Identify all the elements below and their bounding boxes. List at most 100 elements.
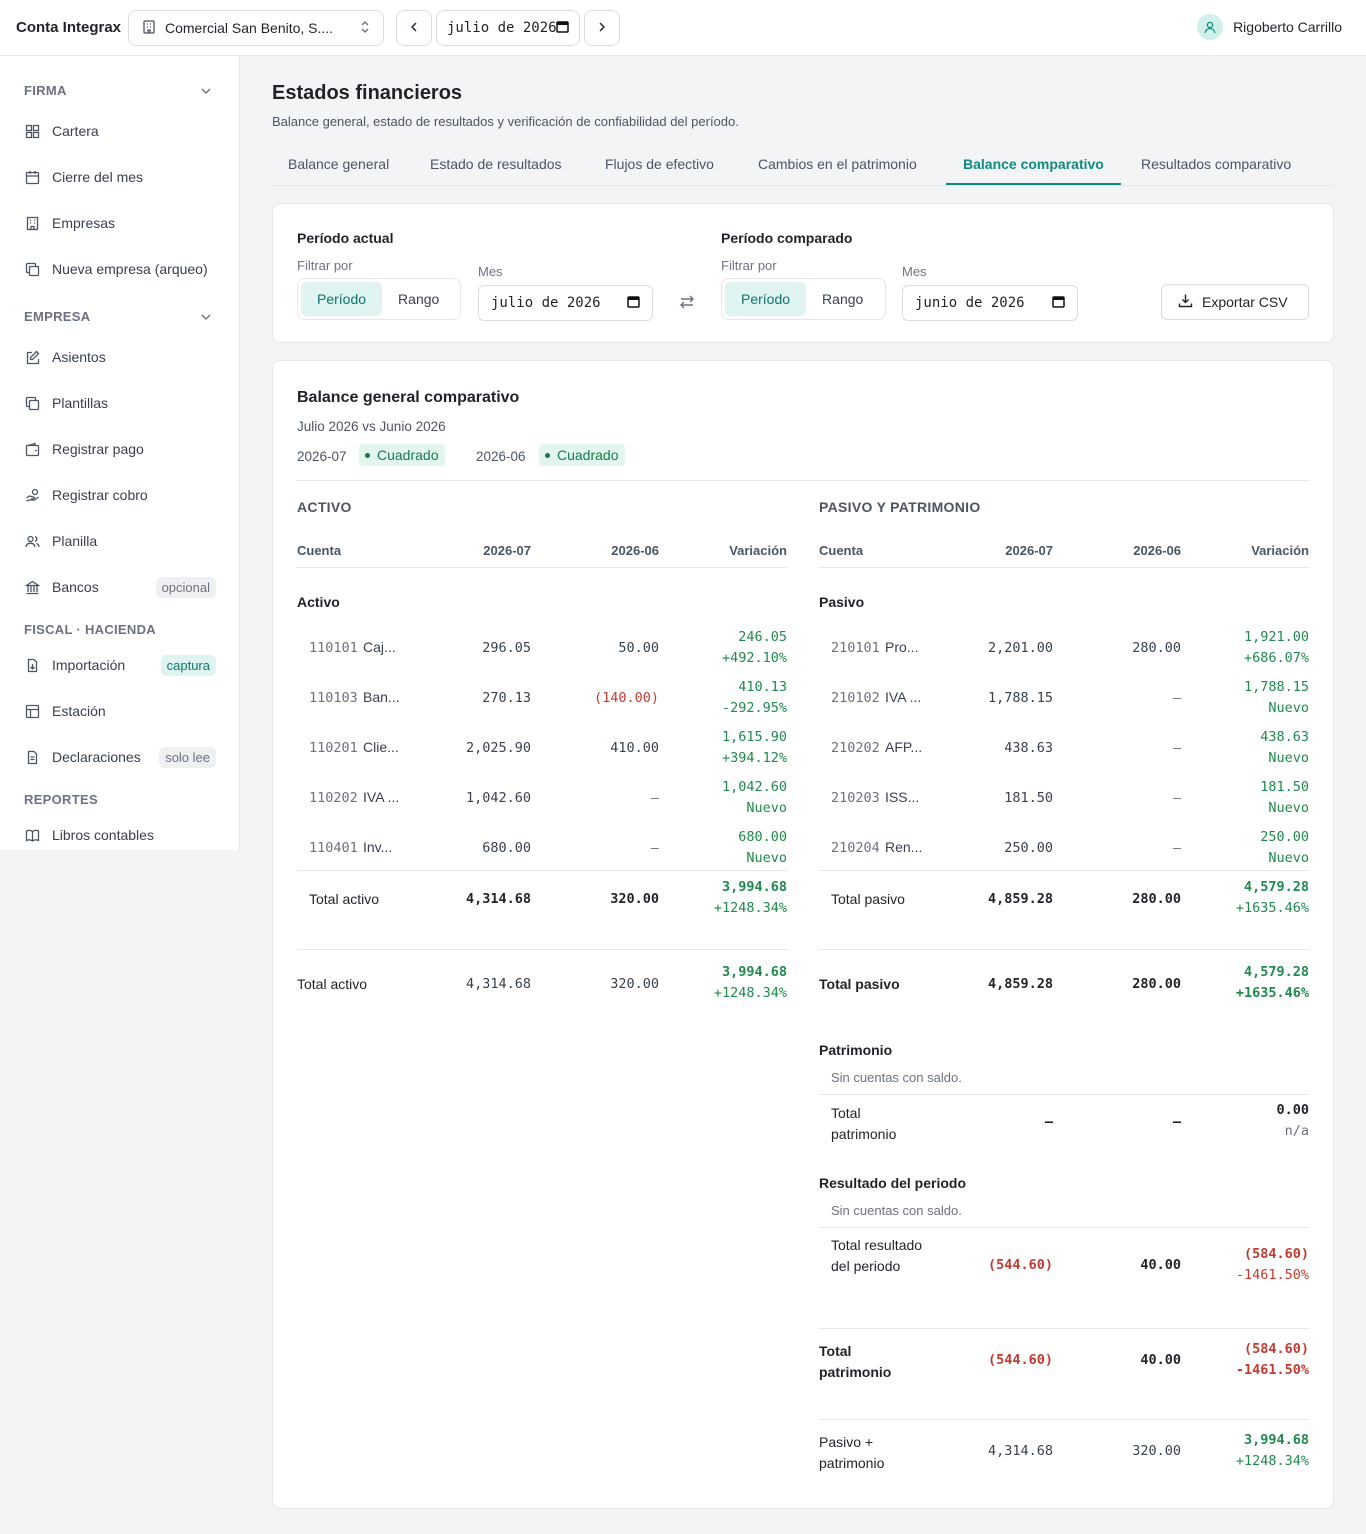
variation-value: 1,615.90 [721,729,787,745]
next-month-button[interactable] [584,10,620,46]
sidebar-item-label: Planilla [52,533,98,549]
value-previous: 410.00 [610,740,659,756]
section-firma[interactable]: FIRMA [24,83,211,98]
value-current: 1,788.15 [987,690,1053,706]
period-code: 2026-06 [476,449,526,464]
sidebar-item-label: Bancos [52,579,99,595]
variation-pct: Nuevo [1268,750,1309,766]
tab-flujos-efectivo[interactable]: Flujos de efectivo [605,156,714,172]
chevron-up-down-icon [359,20,371,37]
sidebar-item-importacion[interactable]: Importación captura [24,649,216,681]
sidebar-item-cierre[interactable]: Cierre del mes [24,161,216,193]
calendar-icon[interactable] [1052,295,1065,312]
total-label: Total patrimonio [831,1105,897,1142]
column-header: Cuenta [297,543,342,558]
sidebar-item-libros[interactable]: Libros contables [24,819,216,851]
sidebar-item-asientos[interactable]: Asientos [24,341,216,373]
sidebar-item-nueva-empresa[interactable]: Nueva empresa (arqueo) [24,253,216,285]
sidebar-item-empresas[interactable]: Empresas [24,207,216,239]
account-code: 110101 [309,640,358,656]
tab-balance-comparativo[interactable]: Balance comparativo [963,156,1104,172]
active-tab-indicator [946,183,1121,185]
option-periodo[interactable]: Período [301,282,383,316]
tab-estado-resultados[interactable]: Estado de resultados [430,156,562,172]
sidebar-item-cartera[interactable]: Cartera [24,115,216,147]
value-previous: — [650,840,659,856]
tab-balance-general[interactable]: Balance general [288,156,389,172]
divider [819,949,1309,950]
month-label: Mes [902,264,927,279]
value-previous: (140.00) [593,690,659,706]
sidebar-item-declaraciones[interactable]: Declaraciones solo lee [24,741,216,773]
total-current: 4,314.68 [987,1443,1053,1459]
sidebar-item-label: Importación [52,657,126,673]
option-periodo[interactable]: Período [725,282,807,316]
edit-icon [24,349,40,365]
total-previous: 320.00 [610,976,659,992]
total-previous: 280.00 [1132,976,1181,992]
month-selector[interactable]: julio de 2026 [436,10,580,46]
brand-name: Conta Integrax [16,19,122,36]
company-selector[interactable]: Comercial San Benito, S.... [128,10,384,46]
sidebar-item-bancos[interactable]: Bancos opcional [24,571,216,603]
prev-month-button[interactable] [396,10,432,46]
account-code: 110202 [309,790,358,806]
value-current: 680.00 [482,840,531,856]
section-fiscal: FISCAL · HACIENDA [24,622,156,637]
sidebar-item-estacion[interactable]: Estación [24,695,216,727]
month-input-actual[interactable]: julio de 2026 [478,285,653,321]
empty-message: Sin cuentas con saldo. [831,1203,962,1218]
month-input-comparado[interactable]: junio de 2026 [902,285,1078,321]
total-variation: 4,579.28 [1243,964,1309,980]
account-name: Caj... [363,639,396,655]
subtotal-label: Total activo [309,891,380,907]
export-csv-button[interactable]: Exportar CSV [1161,284,1309,320]
period-actual-title: Período actual [297,230,394,246]
chevron-right-icon [597,20,607,36]
sidebar-item-plantillas[interactable]: Plantillas [24,387,216,419]
period-code: 2026-07 [297,449,347,464]
variation-value: 438.63 [1260,729,1309,745]
account-name: IVA ... [885,689,922,705]
account-name: ISS... [885,789,920,805]
building-icon [24,215,40,231]
total-variation-pct: n/a [1284,1123,1309,1139]
variation-pct: +492.10% [721,650,787,666]
sidebar-item-registrar-cobro[interactable]: Registrar cobro [24,479,216,511]
avatar [1197,14,1224,40]
calendar-icon[interactable] [627,295,640,312]
value-previous: — [1172,840,1181,856]
account-code: 110103 [309,690,358,706]
tab-resultados-comparativo[interactable]: Resultados comparativo [1141,156,1291,172]
variation-value: 1,042.60 [721,779,787,795]
variation-value: 680.00 [738,829,787,845]
section-title: EMPRESA [24,309,91,324]
total-label: Total activo [297,976,368,992]
swap-icon[interactable] [678,293,696,314]
account-code: 210204 [831,840,880,856]
option-rango[interactable]: Rango [382,282,455,316]
total-label: Total pasivo [819,976,900,992]
sidebar-item-registrar-pago[interactable]: Registrar pago [24,433,216,465]
variation-pct: +686.07% [1243,650,1309,666]
page-title: Estados financieros [272,82,463,104]
divider [819,1094,1309,1095]
account-code: 210203 [831,790,880,806]
wallet-icon [24,441,40,457]
sidebar-item-label: Asientos [52,349,106,365]
total-label: Pasivo + patrimonio [819,1434,885,1471]
user-menu[interactable]: Rigoberto Carrillo [1197,14,1342,40]
tab-cambios-patrimonio[interactable]: Cambios en el patrimonio [758,156,917,172]
account-code: 110401 [309,840,358,856]
option-rango[interactable]: Rango [806,282,879,316]
subtotal-current: 4,314.68 [465,891,531,907]
sidebar: FIRMA Cartera Cierre del mes Empresas Nu… [0,56,240,850]
column-header: 2026-06 [611,543,659,558]
company-name: Comercial San Benito, S.... [165,20,334,36]
sidebar-item-planilla[interactable]: Planilla [24,525,216,557]
section-empresa[interactable]: EMPRESA [24,309,211,324]
filter-label: Filtrar por [297,258,353,273]
subtotal-previous: 280.00 [1132,891,1181,907]
status-badge: captura [160,654,216,676]
column-header: Variación [729,543,787,558]
